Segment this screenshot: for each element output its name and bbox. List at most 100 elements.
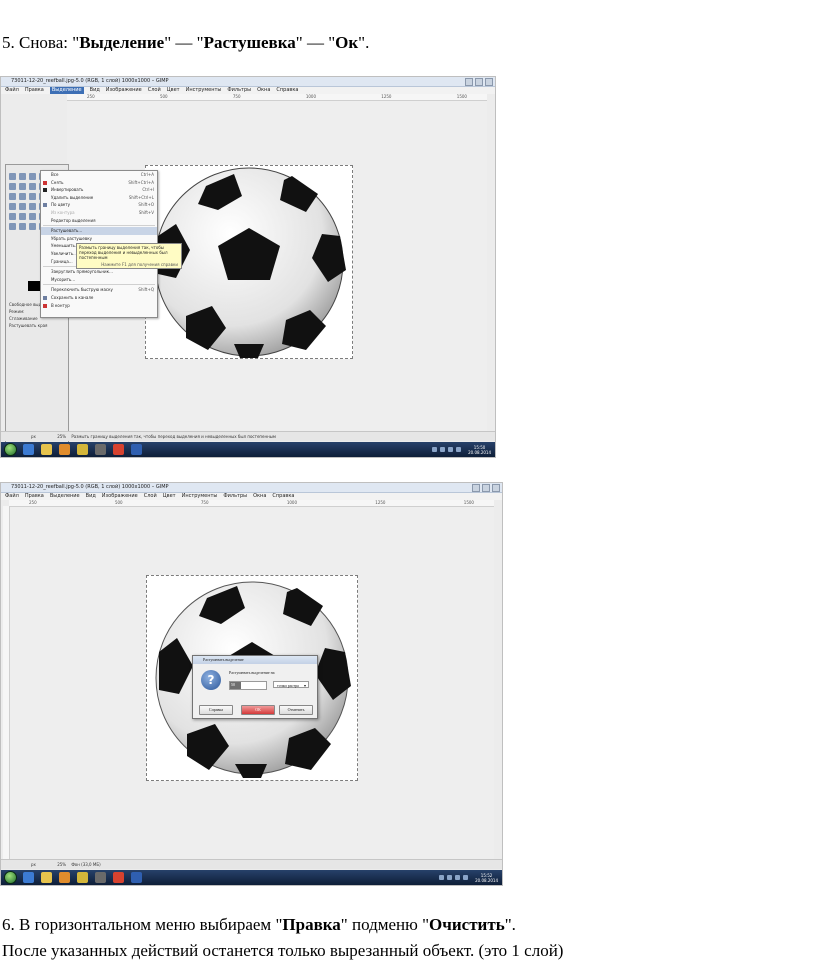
pencil-icon[interactable] [29,223,36,230]
tray-icon[interactable] [432,447,438,452]
perspective-icon[interactable] [19,213,26,220]
start-button-icon[interactable] [4,871,17,884]
menu-colors[interactable]: Цвет [163,493,176,500]
menu-windows[interactable]: Окна [257,87,270,94]
foreground-select-icon[interactable] [29,183,36,190]
measure-icon[interactable] [29,193,36,200]
menu-edit[interactable]: Правка [25,493,44,500]
menu-item-distort[interactable]: Мусорить... [41,276,157,284]
tray-icon[interactable] [447,875,453,880]
menu-item-save-to-channel[interactable]: Сохранить в канале [41,294,157,302]
flip-icon[interactable] [29,213,36,220]
picker-icon[interactable] [9,193,16,200]
status-unit[interactable]: px [31,434,36,439]
word-icon[interactable] [131,872,142,883]
shear-icon[interactable] [9,213,16,220]
start-button-icon[interactable] [4,443,17,456]
tray-icon[interactable] [440,447,446,452]
status-bar: px 25% Размыть границу выделения так, чт… [1,431,495,441]
menu-item-quick-mask[interactable]: Переключить быструю маску Shift+Q [41,286,157,294]
tray-icon[interactable] [463,875,469,880]
clock-date: 20.08.2014 [468,449,491,455]
color-select-icon[interactable] [9,183,16,190]
menu-item-all[interactable]: Все Ctrl+A [41,171,157,179]
menu-image[interactable]: Изображение [106,87,142,94]
explorer-icon[interactable] [41,444,52,455]
menu-file[interactable]: Файл [5,493,19,500]
scissors-icon[interactable] [19,183,26,190]
chrome-icon[interactable] [113,872,124,883]
menu-item-float[interactable]: Удалить выделение Shift+Ctrl+L [41,194,157,202]
menu-item-label: По цвету [51,202,70,208]
gimp-icon[interactable] [95,444,106,455]
rotate-icon[interactable] [29,203,36,210]
media-icon[interactable] [59,444,70,455]
foreground-color-swatch[interactable] [28,281,40,291]
minimize-button[interactable] [465,78,473,86]
chrome-icon[interactable] [113,444,124,455]
menu-filters[interactable]: Фильтры [223,493,247,500]
align-icon[interactable] [9,203,16,210]
app-icon[interactable] [77,444,88,455]
menu-layer[interactable]: Слой [148,87,161,94]
status-zoom[interactable]: 25% [57,862,66,867]
zoom-icon[interactable] [19,193,26,200]
close-button[interactable] [485,78,493,86]
maximize-button[interactable] [482,484,490,492]
ie-icon[interactable] [23,872,34,883]
status-unit[interactable]: px [31,862,36,867]
tray-icon[interactable] [456,447,462,452]
menu-filters[interactable]: Фильтры [227,87,251,94]
tray-icon[interactable] [448,447,454,452]
status-zoom[interactable]: 25% [57,434,66,439]
rect-select-icon[interactable] [9,173,16,180]
menu-file[interactable]: Файл [5,87,19,94]
menu-item-from-path: Из контура Shift+V [41,209,157,217]
menu-help[interactable]: Справка [272,493,294,500]
help-button[interactable]: Справка [199,705,233,715]
maximize-button[interactable] [475,78,483,86]
menu-tools[interactable]: Инструменты [186,87,222,94]
menu-edit[interactable]: Правка [25,87,44,94]
menu-help[interactable]: Справка [276,87,298,94]
menu-select[interactable]: Выделение [49,87,84,94]
ok-button[interactable]: ОК [241,705,275,715]
menu-view[interactable]: Вид [90,87,100,94]
lasso-icon[interactable] [29,173,36,180]
menu-layer[interactable]: Слой [144,493,157,500]
ellipse-select-icon[interactable] [19,173,26,180]
close-button[interactable] [492,484,500,492]
ie-icon[interactable] [23,444,34,455]
menu-tools[interactable]: Инструменты [182,493,218,500]
menu-item-selection-editor[interactable]: Редактор выделения [41,217,157,225]
tray-icon[interactable] [455,875,461,880]
menu-item-rounded-rect[interactable]: Закруглить прямоугольник... [41,268,157,276]
cancel-button[interactable]: Отменить [279,705,313,715]
tool-option-feather[interactable]: Растушевать края [9,322,65,329]
minimize-button[interactable] [472,484,480,492]
clock[interactable]: 15:50 20.08.2014 [468,445,491,455]
menu-view[interactable]: Вид [86,493,96,500]
menu-image[interactable]: Изображение [102,493,138,500]
bucket-icon[interactable] [9,223,16,230]
clock[interactable]: 15:52 20.08.2014 [475,873,498,883]
menu-item-feather[interactable]: Растушевать... [41,227,157,235]
menu-item-none[interactable]: Снять Shift+Ctrl+A [41,179,157,187]
menu-colors[interactable]: Цвет [167,87,180,94]
explorer-icon[interactable] [41,872,52,883]
menu-windows[interactable]: Окна [253,493,266,500]
word-icon[interactable] [131,444,142,455]
menu-item-invert[interactable]: Инвертировать Ctrl+I [41,186,157,194]
blend-icon[interactable] [19,223,26,230]
vertical-ruler [3,506,10,859]
app-icon[interactable] [77,872,88,883]
crop-icon[interactable] [19,203,26,210]
gimp-icon[interactable] [95,872,106,883]
menu-item-to-path[interactable]: В контур [41,302,157,310]
menu-item-by-color[interactable]: По цвету Shift+O [41,201,157,209]
media-icon[interactable] [59,872,70,883]
menu-select[interactable]: Выделение [50,493,80,500]
unit-select[interactable]: точки растра ▾ [273,681,309,688]
tray-icon[interactable] [439,875,445,880]
menu-item-sharpen[interactable]: Убрать растушевку [41,235,157,243]
